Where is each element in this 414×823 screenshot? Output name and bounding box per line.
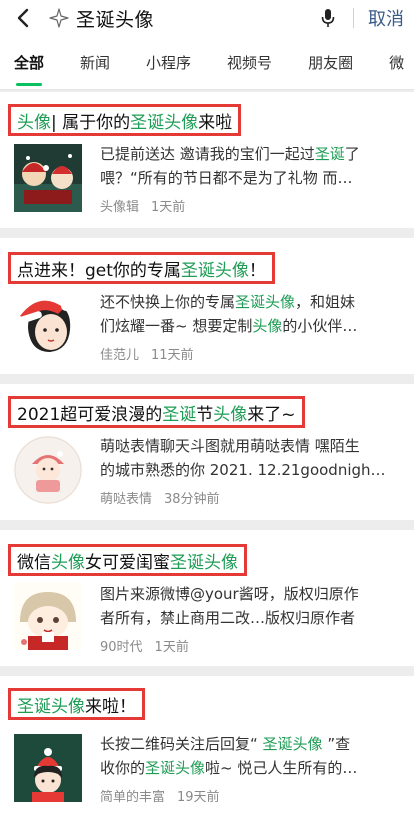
result-snippet: 已提前送达 邀请我的宝们一起过圣诞了 喂？“所有的节日都不是为了礼物 而… bbox=[100, 142, 400, 190]
result-thumbnail bbox=[14, 436, 82, 504]
text-segment: 还不快换上你的专属 bbox=[100, 293, 236, 311]
result-time: 38分钟前 bbox=[164, 492, 220, 507]
text-segment: 啦~ 悦己人生所有的… bbox=[205, 759, 358, 777]
result-card[interactable]: 圣诞头像 来啦！ 长按二维码关注后回复“ 圣诞头像 ”查 收你的圣诞头像啦~ 悦己… bbox=[0, 676, 414, 823]
result-source[interactable]: 90时代 bbox=[100, 636, 143, 655]
text-segment: 的城市熟悉的你 2021. 12.21goodnigh… bbox=[100, 461, 386, 479]
snippet-line: 者所有，禁止商用二改…版权归原作者 bbox=[100, 606, 400, 630]
result-title[interactable]: 头像 | 属于你的 圣诞头像 来啦 bbox=[8, 104, 242, 136]
result-source[interactable]: 佳范儿 bbox=[100, 344, 139, 363]
search-spark-icon bbox=[48, 7, 70, 29]
text-segment: ”查 bbox=[322, 735, 351, 753]
highlighted-keyword: 头像 bbox=[252, 317, 283, 335]
filter-tabs: 全部 新闻 小程序 视频号 朋友圈 微 bbox=[0, 36, 414, 90]
result-title[interactable]: 微信 头像 女可爱闺蜜 圣诞头像 bbox=[8, 544, 247, 576]
result-meta: 萌哒表情 38分钟前 bbox=[100, 488, 220, 507]
result-snippet: 长按二维码关注后回复“ 圣诞头像 ”查 收你的圣诞头像啦~ 悦己人生所有的… bbox=[100, 732, 400, 780]
highlighted-keyword: 圣诞头像 bbox=[180, 260, 249, 281]
text-segment: 萌哒表情聊天斗图就用萌哒表情 嘿陌生 bbox=[100, 437, 360, 455]
snippet-line: 的城市熟悉的你 2021. 12.21goodnigh… bbox=[100, 458, 400, 482]
snippet-line: 收你的圣诞头像啦~ 悦己人生所有的… bbox=[100, 756, 400, 780]
tab-more[interactable]: 微 bbox=[389, 52, 404, 73]
highlighted-keyword: 圣诞头像 bbox=[17, 696, 85, 717]
text-segment: 来啦 bbox=[198, 112, 233, 133]
text-segment: 节 bbox=[196, 404, 214, 425]
snippet-line: 已提前送达 邀请我的宝们一起过圣诞了 bbox=[100, 142, 400, 166]
highlighted-keyword: 头像 bbox=[17, 112, 51, 133]
snippet-line: 还不快换上你的专属圣诞头像，和姐妹 bbox=[100, 290, 400, 314]
result-snippet: 图片来源微博@your酱呀，版权归原作 者所有，禁止商用二改…版权归原作者 bbox=[100, 582, 400, 630]
text-segment: 来啦！ bbox=[85, 696, 136, 717]
highlighted-keyword: 头像 bbox=[51, 552, 85, 573]
highlighted-keyword: 圣诞头像 bbox=[145, 759, 206, 777]
result-time: 19天前 bbox=[177, 790, 220, 805]
result-card[interactable]: 点进来！get你的专属 圣诞头像！ 还不快换上你的专属圣诞头像，和姐妹 们炫耀一番… bbox=[0, 238, 414, 374]
result-card[interactable]: 微信 头像 女可爱闺蜜 圣诞头像 图片来源微博@your酱呀，版权归原作 者所有，禁止… bbox=[0, 530, 414, 666]
tab-moments[interactable]: 朋友圈 bbox=[308, 52, 353, 73]
tab-channels[interactable]: 视频号 bbox=[227, 52, 272, 73]
result-source[interactable]: 头像辑 bbox=[100, 196, 139, 215]
text-segment: 2021超可爱浪漫的 bbox=[17, 404, 163, 425]
result-title[interactable]: 点进来！get你的专属 圣诞头像！ bbox=[8, 252, 275, 284]
result-thumbnail bbox=[14, 144, 82, 212]
back-arrow-icon[interactable] bbox=[12, 7, 34, 29]
searchbar-divider bbox=[353, 8, 354, 28]
text-segment: 图片来源微博@your酱呀，版权归原作 bbox=[100, 585, 359, 603]
highlighted-keyword: 圣诞 bbox=[314, 145, 345, 163]
highlighted-keyword: 圣诞 bbox=[162, 404, 197, 425]
snippet-line: 长按二维码关注后回复“ 圣诞头像 ”查 bbox=[100, 732, 400, 756]
search-query[interactable]: 圣诞头像 bbox=[76, 5, 317, 32]
result-meta: 头像辑 1天前 bbox=[100, 196, 185, 215]
tab-mini-program[interactable]: 小程序 bbox=[146, 52, 191, 73]
result-thumbnail bbox=[14, 582, 82, 650]
text-segment: 收你的 bbox=[100, 759, 146, 777]
text-segment: ！ bbox=[248, 260, 266, 281]
search-results-screen: 圣诞头像 取消 全部 新闻 小程序 视频号 朋友圈 微 头像 | 属于你的 圣诞头… bbox=[0, 0, 414, 823]
microphone-icon[interactable] bbox=[317, 7, 339, 29]
result-time: 1天前 bbox=[151, 200, 186, 215]
highlighted-keyword: 圣诞头像 bbox=[170, 552, 238, 573]
snippet-line: 们炫耀一番~ 想要定制头像的小伙伴… bbox=[100, 314, 400, 338]
tab-news[interactable]: 新闻 bbox=[80, 52, 110, 73]
text-segment: 了 bbox=[344, 145, 360, 163]
text-segment: 女可爱闺蜜 bbox=[85, 552, 170, 573]
snippet-line: 喂？“所有的节日都不是为了礼物 而… bbox=[100, 166, 400, 190]
cancel-button[interactable]: 取消 bbox=[368, 5, 404, 31]
text-segment: 已提前送达 邀请我的宝们一起过 bbox=[100, 145, 315, 163]
result-card[interactable]: 头像 | 属于你的 圣诞头像 来啦 已提前送达 邀请我的宝们一起过圣诞了 喂？“所有… bbox=[0, 92, 414, 228]
result-snippet: 萌哒表情聊天斗图就用萌哒表情 嘿陌生 的城市熟悉的你 2021. 12.21go… bbox=[100, 434, 400, 482]
text-segment: 来了~ bbox=[247, 404, 296, 425]
result-time: 11天前 bbox=[151, 348, 194, 363]
text-segment: 点进来！get你的专属 bbox=[17, 260, 181, 281]
result-card[interactable]: 2021超可爱浪漫的 圣诞节头像 来了~ 萌哒表情聊天斗图就用萌哒表情 嘿陌生 的城… bbox=[0, 384, 414, 520]
snippet-line: 萌哒表情聊天斗图就用萌哒表情 嘿陌生 bbox=[100, 434, 400, 458]
text-segment: 的小伙伴… bbox=[282, 317, 358, 335]
result-source[interactable]: 萌哒表情 bbox=[100, 488, 152, 507]
result-title[interactable]: 2021超可爱浪漫的 圣诞节头像 来了~ bbox=[8, 396, 305, 428]
result-meta: 佳范儿 11天前 bbox=[100, 344, 194, 363]
highlighted-keyword: 圣诞头像 bbox=[262, 735, 323, 753]
result-snippet: 还不快换上你的专属圣诞头像，和姐妹 们炫耀一番~ 想要定制头像的小伙伴… bbox=[100, 290, 400, 338]
text-segment: 们炫耀一番~ 想要定制 bbox=[100, 317, 253, 335]
result-source[interactable]: 简单的丰富 bbox=[100, 786, 165, 805]
result-time: 1天前 bbox=[154, 640, 189, 655]
highlighted-keyword: 圣诞头像 bbox=[130, 112, 199, 133]
snippet-line: 图片来源微博@your酱呀，版权归原作 bbox=[100, 582, 400, 606]
highlighted-keyword: 圣诞头像 bbox=[235, 293, 296, 311]
result-meta: 简单的丰富 19天前 bbox=[100, 786, 220, 805]
text-segment: 者所有，禁止商用二改…版权归原作者 bbox=[100, 609, 356, 627]
text-segment: 微信 bbox=[17, 552, 51, 573]
search-bar: 圣诞头像 取消 bbox=[0, 0, 414, 36]
text-segment: | 属于你的 bbox=[51, 112, 131, 133]
text-segment: 长按二维码关注后回复“ bbox=[100, 735, 263, 753]
result-thumbnail bbox=[14, 290, 82, 358]
result-title[interactable]: 圣诞头像 来啦！ bbox=[8, 688, 145, 720]
text-segment: ，和姐妹 bbox=[295, 293, 356, 311]
text-segment: 喂？“所有的节日都不是为了礼物 而… bbox=[100, 169, 353, 187]
tab-all[interactable]: 全部 bbox=[14, 52, 44, 73]
result-meta: 90时代 1天前 bbox=[100, 636, 189, 655]
result-thumbnail bbox=[14, 734, 82, 802]
highlighted-keyword: 头像 bbox=[213, 404, 248, 425]
